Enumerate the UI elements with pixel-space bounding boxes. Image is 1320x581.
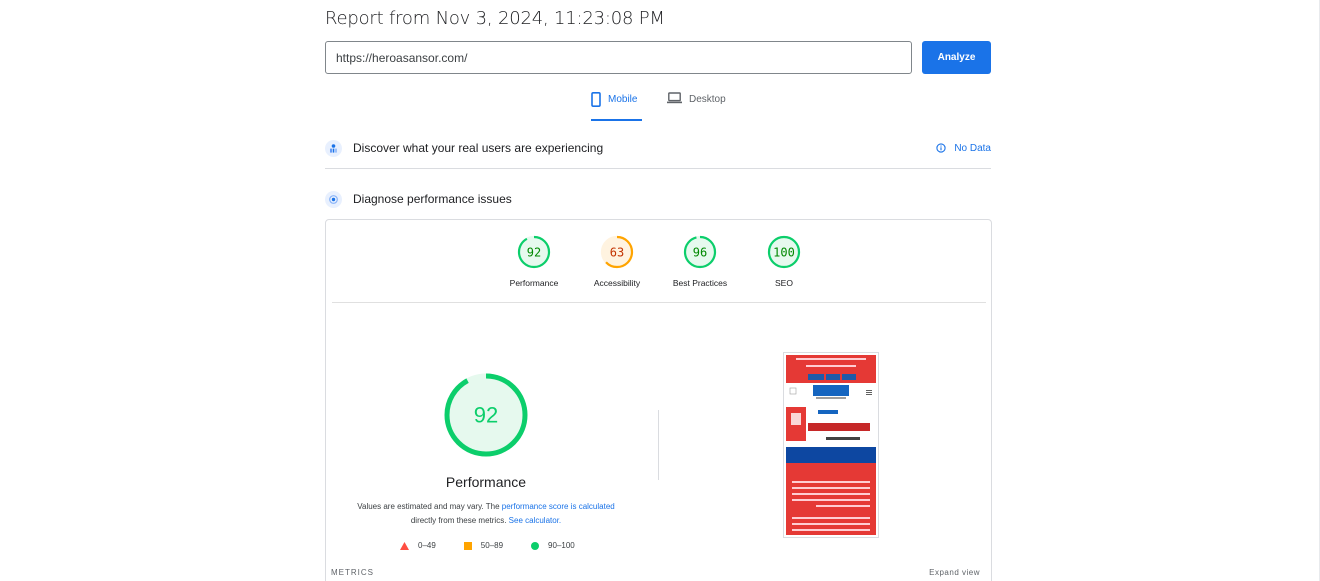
- no-data-link[interactable]: No Data: [936, 143, 991, 154]
- performance-score-link[interactable]: performance score is calculated: [502, 502, 615, 511]
- gauge-seo[interactable]: 100 SEO: [746, 235, 822, 288]
- metrics-label: METRICS: [331, 568, 374, 577]
- performance-big-score: 92: [474, 403, 498, 428]
- tab-desktop[interactable]: Desktop: [667, 92, 731, 121]
- svg-text:63: 63: [610, 246, 624, 260]
- score-legend: 0–49 50–89 90–100: [400, 541, 603, 550]
- users-icon: [325, 139, 342, 157]
- gauge-best-practices[interactable]: 96 Best Practices: [662, 235, 738, 288]
- field-data-title: Discover what your real users are experi…: [353, 141, 604, 155]
- lab-flask-icon: [325, 190, 342, 208]
- svg-text:92: 92: [527, 246, 541, 260]
- field-data-section: Discover what your real users are experi…: [325, 137, 991, 159]
- seo-score-gauge: 100: [767, 235, 801, 269]
- legend-fail: 0–49: [400, 541, 436, 550]
- page-screenshot-thumbnail: [783, 352, 879, 538]
- gauge-seo-label: SEO: [775, 278, 793, 288]
- square-icon: [463, 541, 472, 550]
- section-divider: [325, 168, 991, 169]
- expand-view-toggle[interactable]: Expand view: [929, 568, 980, 577]
- lighthouse-report-card: 92 Performance 63 Accessibility 96 Best …: [325, 219, 992, 581]
- vertical-divider: [658, 410, 659, 480]
- laptop-icon: [667, 92, 682, 104]
- gauge-performance[interactable]: 92 Performance: [496, 235, 572, 288]
- report-title: Report from Nov 3, 2024, 11:23:08 PM: [325, 8, 665, 29]
- lab-data-title: Diagnose performance issues: [353, 192, 512, 206]
- accessibility-score-gauge: 63: [600, 235, 634, 269]
- best-practices-score-gauge: 96: [683, 235, 717, 269]
- gauge-best-practices-label: Best Practices: [672, 278, 728, 288]
- card-divider: [332, 302, 986, 303]
- url-input[interactable]: [325, 41, 912, 74]
- no-data-label: No Data: [954, 142, 991, 154]
- gauge-performance-label: Performance: [509, 278, 559, 288]
- see-calculator-link[interactable]: See calculator.: [509, 516, 561, 525]
- svg-text:100: 100: [773, 246, 795, 260]
- performance-title: Performance: [445, 474, 527, 490]
- analyze-button[interactable]: Analyze: [922, 41, 991, 74]
- performance-score-gauge: 92: [517, 235, 551, 269]
- legend-average: 50–89: [463, 541, 503, 550]
- tab-mobile[interactable]: Mobile: [591, 92, 642, 121]
- smartphone-icon: [591, 92, 601, 107]
- svg-text:96: 96: [693, 246, 707, 260]
- gauge-accessibility-label: Accessibility: [593, 278, 641, 288]
- performance-big-gauge: 92: [444, 373, 528, 457]
- tab-desktop-label: Desktop: [689, 94, 726, 105]
- performance-description: Values are estimated and may vary. The p…: [357, 502, 615, 525]
- circle-icon: [531, 541, 540, 550]
- tab-mobile-label: Mobile: [608, 94, 638, 105]
- gauge-accessibility[interactable]: 63 Accessibility: [579, 235, 655, 288]
- triangle-icon: [400, 541, 409, 550]
- lab-data-section: Diagnose performance issues: [325, 189, 991, 209]
- info-icon: [936, 143, 946, 153]
- screenshot-image: [786, 355, 876, 535]
- legend-pass: 90–100: [531, 541, 575, 550]
